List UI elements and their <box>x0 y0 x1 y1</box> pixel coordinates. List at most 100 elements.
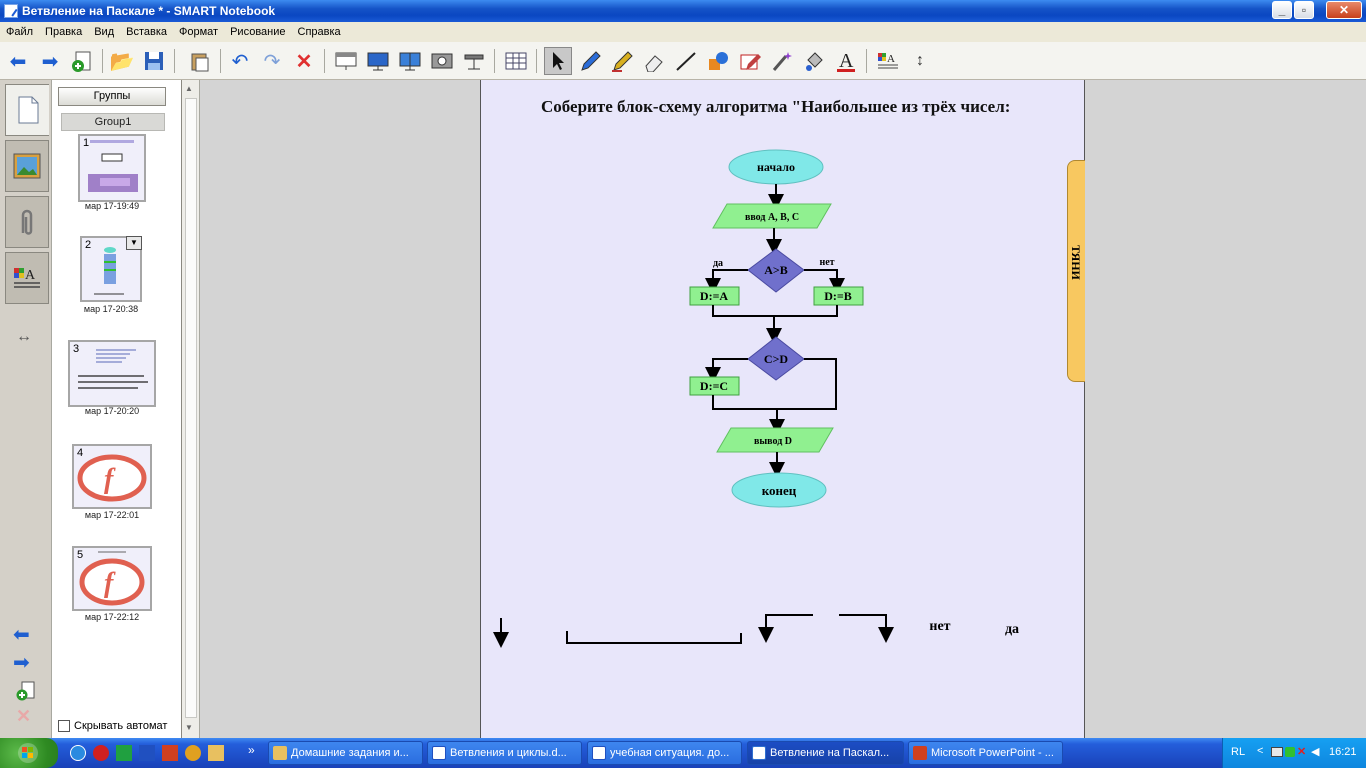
save-icon[interactable] <box>140 47 168 75</box>
minimize-button[interactable]: _ <box>1272 1 1292 19</box>
page-thumbnail-5[interactable]: 5 f <box>72 546 152 611</box>
taskbar-item-word-doc[interactable]: Ветвления и циклы.d... <box>427 741 582 765</box>
thumbnail-number: 3 <box>73 343 80 355</box>
opera-icon[interactable] <box>93 745 109 761</box>
clock[interactable]: 16:21 <box>1329 746 1357 758</box>
page-thumbnail-3[interactable]: 3 <box>68 340 156 407</box>
app-launcher-icon[interactable] <box>185 745 201 761</box>
table-icon[interactable] <box>502 47 530 75</box>
taskbar-item-homework[interactable]: Домашние задания и... <box>268 741 423 765</box>
delete-icon[interactable]: ✕ <box>290 47 318 75</box>
document-camera-icon[interactable] <box>460 47 488 75</box>
gallery-tab-icon[interactable] <box>5 140 49 192</box>
next-page-icon[interactable]: ➡ <box>13 650 30 675</box>
move-toolbar-icon[interactable]: ↕ <box>906 47 934 75</box>
network-icon[interactable] <box>1271 747 1283 757</box>
scroll-thumb[interactable] <box>185 98 197 718</box>
language-indicator[interactable]: RL <box>1231 746 1245 758</box>
sorter-scrollbar[interactable]: ▲ ▼ <box>182 80 200 738</box>
loose-yes-label[interactable]: да <box>1005 622 1019 637</box>
thumbnail-date: мар 17-22:12 <box>84 612 140 622</box>
page-sorter-tab-icon[interactable] <box>5 84 49 136</box>
open-folder-icon[interactable]: 📂 <box>108 47 136 75</box>
notebook-page[interactable]: Соберите блок-схему алгоритма "Наибольше… <box>480 80 1085 738</box>
taskbar-item-learning[interactable]: учебная ситуация. до... <box>587 741 742 765</box>
previous-page-icon[interactable]: ⬅ <box>13 622 30 647</box>
forward-arrow-icon[interactable]: ➡ <box>36 47 64 75</box>
menu-format[interactable]: Формат <box>173 26 224 38</box>
loose-merge-line[interactable] <box>566 631 742 644</box>
powerpoint-icon[interactable] <box>162 745 178 761</box>
flow-arrow <box>705 269 748 294</box>
thumbnail-date: мар 17-20:38 <box>83 304 139 314</box>
toolbar-separator <box>102 49 103 73</box>
magic-pen-icon[interactable] <box>768 47 796 75</box>
screen-shade-icon[interactable] <box>332 47 360 75</box>
internet-explorer-icon[interactable] <box>70 745 86 761</box>
page-thumbnail-4[interactable]: 4 f <box>72 444 152 509</box>
page-heading: Соберите блок-схему алгоритма "Наибольше… <box>541 97 1010 116</box>
word-icon[interactable] <box>139 745 155 761</box>
page-thumbnail-1[interactable]: 1 <box>78 134 146 202</box>
excel-icon[interactable] <box>116 745 132 761</box>
scroll-up-icon[interactable]: ▲ <box>185 84 193 93</box>
taskbar-item-notebook[interactable]: Ветвление на Паскал... <box>747 741 904 765</box>
loose-left-branch[interactable] <box>758 614 813 643</box>
fill-icon[interactable] <box>800 47 828 75</box>
redo-icon[interactable]: ↷ <box>258 47 286 75</box>
undo-icon[interactable]: ↶ <box>226 47 254 75</box>
thumbnail-menu-dropdown-icon[interactable]: ▼ <box>126 236 142 250</box>
loose-no-label[interactable]: нет <box>929 619 950 634</box>
close-button[interactable]: ✕ <box>1326 1 1362 19</box>
select-arrow-icon[interactable] <box>544 47 572 75</box>
menu-view[interactable]: Вид <box>88 26 120 38</box>
taskbar-item-powerpoint[interactable]: Microsoft PowerPoint - ... <box>908 741 1063 765</box>
thumbnail-preview <box>88 140 138 192</box>
add-page-icon[interactable] <box>68 47 96 75</box>
flow-input-label: ввод A, B, C <box>745 212 799 223</box>
text-icon[interactable]: A <box>832 47 860 75</box>
shape-pen-icon[interactable] <box>736 47 764 75</box>
paste-icon[interactable] <box>186 47 214 75</box>
properties-tab-icon[interactable]: A <box>5 252 49 304</box>
capture-icon[interactable] <box>428 47 456 75</box>
start-button[interactable] <box>0 738 58 768</box>
add-page-side-icon[interactable] <box>15 680 37 707</box>
menu-bar: Файл Правка Вид Вставка Формат Рисование… <box>0 22 1366 42</box>
folder-icon <box>273 746 287 760</box>
loose-right-branch[interactable] <box>839 614 894 643</box>
properties-icon[interactable]: A <box>874 47 902 75</box>
line-icon[interactable] <box>672 47 700 75</box>
word-doc-icon <box>592 746 606 760</box>
delete-page-icon[interactable]: ✕ <box>16 706 31 727</box>
speaker-icon[interactable]: ◀ <box>1311 745 1319 758</box>
groups-button[interactable]: Группы <box>58 87 166 106</box>
menu-edit[interactable]: Правка <box>39 26 88 38</box>
quicklaunch-more-icon[interactable]: » <box>248 743 255 757</box>
autohide-checkbox[interactable] <box>58 720 70 732</box>
group-label[interactable]: Group1 <box>61 113 165 131</box>
menu-help[interactable]: Справка <box>292 26 347 38</box>
flow-yes1-label: да <box>713 258 723 269</box>
expand-horizontal-icon[interactable]: ↔ <box>16 328 32 346</box>
scroll-down-icon[interactable]: ▼ <box>185 723 193 732</box>
pen-icon[interactable] <box>576 47 604 75</box>
full-screen-icon[interactable] <box>364 47 392 75</box>
thumbnail-date: мар 17-19:49 <box>84 201 140 211</box>
tool-icon[interactable] <box>208 745 224 761</box>
attachments-tab-icon[interactable] <box>5 196 49 248</box>
tray-chevron-icon[interactable]: < <box>1257 745 1263 757</box>
menu-file[interactable]: Файл <box>0 26 39 38</box>
shapes-icon[interactable] <box>704 47 732 75</box>
back-arrow-icon[interactable]: ⬅ <box>4 47 32 75</box>
security-icon[interactable] <box>1285 747 1295 757</box>
eraser-icon[interactable] <box>640 47 668 75</box>
pull-tab[interactable]: ТЯНИ <box>1067 160 1085 382</box>
menu-insert[interactable]: Вставка <box>120 26 173 38</box>
volume-muted-icon[interactable]: ✕ <box>1297 745 1306 758</box>
maximize-button[interactable]: ▫ <box>1294 1 1314 19</box>
creative-pen-icon[interactable] <box>608 47 636 75</box>
menu-draw[interactable]: Рисование <box>224 26 291 38</box>
system-tray: RL < ✕ ◀ 16:21 <box>1222 738 1366 768</box>
dual-page-icon[interactable] <box>396 47 424 75</box>
